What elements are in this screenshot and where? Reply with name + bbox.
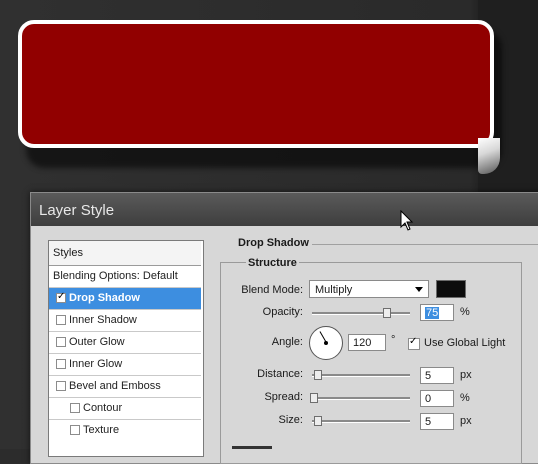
angle-dial-center <box>324 341 328 345</box>
spread-unit: % <box>460 392 470 404</box>
styles-header[interactable]: Styles <box>49 241 201 266</box>
red-banner-shape <box>18 20 494 148</box>
size-label: Size: <box>278 414 303 426</box>
blend-mode-select[interactable]: Multiply <box>309 280 429 298</box>
bevel-emboss-checkbox[interactable] <box>56 381 66 391</box>
list-item-label: Inner Shadow <box>69 314 137 326</box>
opacity-slider-thumb[interactable] <box>383 308 391 318</box>
contour-checkbox[interactable] <box>70 403 80 413</box>
use-global-light-label: Use Global Light <box>424 337 506 349</box>
drop-shadow-checkbox[interactable] <box>56 291 66 303</box>
distance-slider-track[interactable] <box>312 374 410 377</box>
list-item-contour[interactable]: Contour <box>49 398 201 420</box>
shadow-color-swatch[interactable] <box>436 280 466 298</box>
styles-list: Styles Blending Options: Default Drop Sh… <box>48 240 204 457</box>
distance-label: Distance: <box>257 368 303 380</box>
spread-input[interactable]: 0 <box>420 390 454 407</box>
outer-glow-checkbox[interactable] <box>56 337 66 347</box>
opacity-label: Opacity: <box>262 306 303 318</box>
use-global-light-checkbox[interactable] <box>408 336 420 350</box>
section-divider <box>312 244 538 245</box>
distance-value: 5 <box>425 370 432 382</box>
list-item-label: Texture <box>83 424 120 436</box>
list-item-label: Blending Options: Default <box>53 270 178 282</box>
drop-shadow-section-title: Drop Shadow <box>238 237 309 249</box>
opacity-slider-track[interactable] <box>312 312 410 315</box>
spread-slider-thumb[interactable] <box>310 393 318 403</box>
chevron-down-icon <box>415 287 423 292</box>
list-item-bevel-emboss[interactable]: Bevel and Emboss <box>49 376 201 398</box>
distance-input[interactable]: 5 <box>420 367 454 384</box>
list-item-texture[interactable]: Texture <box>49 420 201 441</box>
list-item-inner-glow[interactable]: Inner Glow <box>49 354 201 376</box>
opacity-value: 75 <box>425 307 440 319</box>
size-slider-track[interactable] <box>312 420 410 423</box>
spread-slider-track[interactable] <box>312 397 410 400</box>
dialog-titlebar[interactable]: Layer Style <box>31 193 538 226</box>
list-item-label: Contour <box>83 402 123 414</box>
angle-value: 120 <box>353 337 372 349</box>
distance-slider-thumb[interactable] <box>314 370 322 380</box>
size-value: 5 <box>425 416 432 428</box>
size-input[interactable]: 5 <box>420 413 454 430</box>
list-item-inner-shadow[interactable]: Inner Shadow <box>49 310 201 332</box>
blend-mode-label: Blend Mode: <box>241 284 303 296</box>
angle-label: Angle: <box>271 336 303 348</box>
structure-title: Structure <box>246 257 299 269</box>
angle-unit: ° <box>391 334 396 346</box>
size-slider-thumb[interactable] <box>314 416 322 426</box>
list-item-outer-glow[interactable]: Outer Glow <box>49 332 201 354</box>
styles-header-label: Styles <box>53 247 83 259</box>
list-item-label: Inner Glow <box>69 358 123 370</box>
opacity-input[interactable]: 75 <box>420 304 454 321</box>
angle-input[interactable]: 120 <box>348 334 386 351</box>
list-item-label: Outer Glow <box>69 336 125 348</box>
opacity-unit: % <box>460 306 470 318</box>
texture-checkbox[interactable] <box>70 425 80 435</box>
list-item-label: Drop Shadow <box>69 292 140 304</box>
spread-value: 0 <box>425 393 432 405</box>
list-item-label: Bevel and Emboss <box>69 380 161 392</box>
inner-glow-checkbox[interactable] <box>56 359 66 369</box>
angle-dial[interactable] <box>309 326 343 360</box>
spread-label: Spread: <box>264 391 303 403</box>
size-unit: px <box>460 415 472 427</box>
list-item-blending-options[interactable]: Blending Options: Default <box>49 266 201 288</box>
mouse-cursor-icon <box>400 210 414 231</box>
inner-shadow-checkbox[interactable] <box>56 315 66 325</box>
dialog-title: Layer Style <box>39 202 115 219</box>
distance-unit: px <box>460 369 472 381</box>
blend-mode-value: Multiply <box>315 284 353 296</box>
list-item-drop-shadow[interactable]: Drop Shadow <box>49 288 201 310</box>
